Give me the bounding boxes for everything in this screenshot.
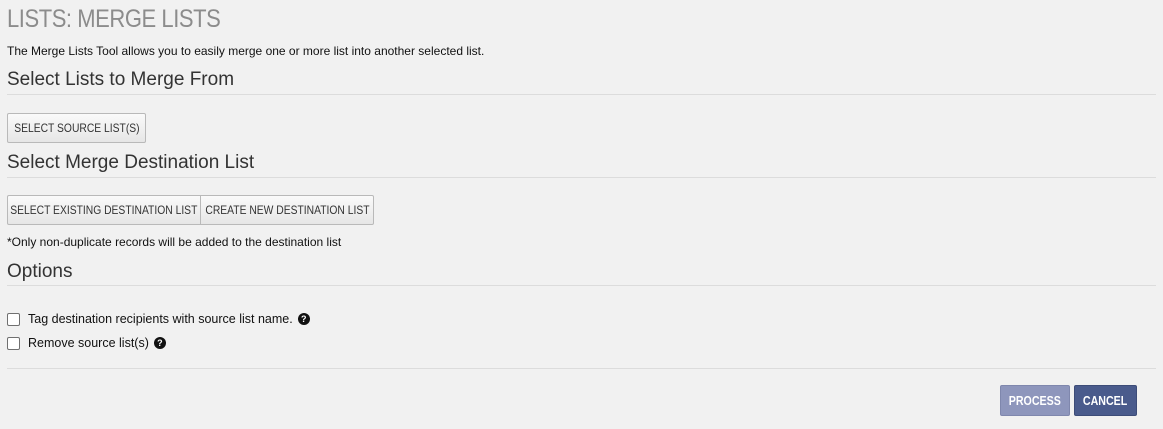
question-circle-icon[interactable]: ? xyxy=(153,336,166,349)
option-remove-source-lists: Remove source list(s) ? xyxy=(7,335,166,350)
option-tag-destination-recipients: Tag destination recipients with source l… xyxy=(7,311,310,326)
cancel-label: CANCEL xyxy=(1083,393,1128,408)
options-section-divider xyxy=(7,285,1156,286)
remove-source-label[interactable]: Remove source list(s) xyxy=(28,336,149,350)
remove-source-checkbox[interactable] xyxy=(7,337,20,350)
select-existing-destination-label: SELECT EXISTING DESTINATION LIST xyxy=(10,203,198,217)
create-new-destination-button[interactable]: CREATE NEW DESTINATION LIST xyxy=(200,195,374,225)
cancel-button[interactable]: CANCEL xyxy=(1074,385,1137,416)
select-source-lists-label: SELECT SOURCE LIST(S) xyxy=(13,121,140,135)
process-button[interactable]: PROCESS xyxy=(1000,385,1070,416)
question-circle-icon[interactable]: ? xyxy=(297,312,310,325)
duplicate-records-note: *Only non-duplicate records will be adde… xyxy=(7,235,342,249)
source-section-divider xyxy=(7,94,1156,95)
select-existing-destination-button[interactable]: SELECT EXISTING DESTINATION LIST xyxy=(7,195,201,225)
source-section-heading: Select Lists to Merge From xyxy=(7,69,235,90)
select-source-lists-button[interactable]: SELECT SOURCE LIST(S) xyxy=(7,113,146,143)
destination-button-group: SELECT EXISTING DESTINATION LIST CREATE … xyxy=(7,195,374,225)
intro-text: The Merge Lists Tool allows you to easil… xyxy=(7,44,485,58)
tag-destination-label[interactable]: Tag destination recipients with source l… xyxy=(28,312,293,326)
tag-destination-checkbox[interactable] xyxy=(7,313,20,326)
destination-section-heading: Select Merge Destination List xyxy=(7,152,255,173)
process-label: PROCESS xyxy=(1008,393,1062,408)
page-title: LISTS: MERGE LISTS xyxy=(7,5,221,33)
destination-section-divider xyxy=(7,177,1156,178)
create-new-destination-label: CREATE NEW DESTINATION LIST xyxy=(204,203,370,217)
footer-divider xyxy=(7,368,1156,369)
options-section-heading: Options xyxy=(7,261,73,282)
